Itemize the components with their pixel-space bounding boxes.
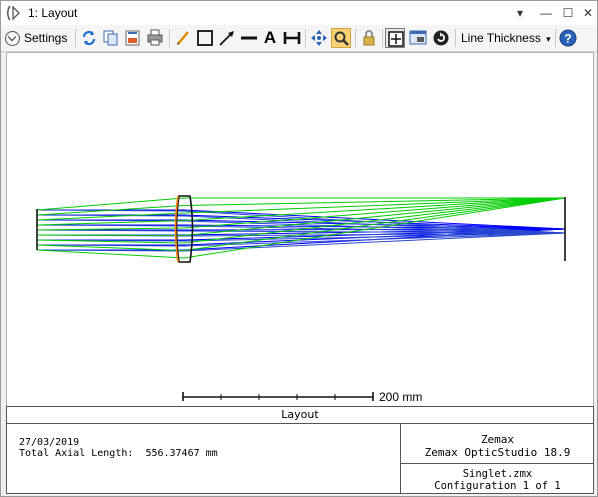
printer-icon (147, 29, 163, 46)
close-button[interactable]: ✕ (577, 3, 598, 23)
rotate-icon (433, 30, 449, 46)
footer-axial-length: Total Axial Length: 556.37467 mm (19, 448, 218, 459)
copy-button[interactable] (101, 28, 121, 48)
maximize-button[interactable]: ☐ (557, 3, 579, 23)
footer-file: Singlet.zmx (462, 468, 533, 480)
fit-view-button[interactable] (385, 28, 405, 48)
chevron-down-icon (5, 30, 20, 46)
window-title: 1: Layout (28, 6, 78, 20)
help-icon: ? (559, 29, 577, 47)
line-icon (241, 36, 257, 40)
export-button[interactable] (123, 28, 143, 48)
zoom-tool-button[interactable] (331, 28, 351, 48)
magnifier-icon (334, 31, 349, 46)
axial-length-value: 556.37467 mm (145, 448, 218, 459)
text-tool-button[interactable]: A (260, 28, 280, 48)
toolbar-divider (555, 29, 556, 47)
print-button[interactable] (145, 28, 165, 48)
rotate-button[interactable] (431, 28, 451, 48)
arrow-tool-button[interactable] (217, 28, 237, 48)
toolbar-divider (455, 29, 456, 47)
minimize-button[interactable]: — (535, 3, 557, 23)
window-layout-button[interactable] (408, 28, 428, 48)
settings-label: Settings (24, 31, 68, 45)
toolbar-divider (75, 29, 76, 47)
footer-company: Zemax (480, 433, 515, 446)
toolbar: Settings A Line Thickness ▾ ? (1, 25, 597, 52)
line-thickness-dropdown[interactable]: Line Thickness ▾ (461, 31, 551, 45)
lock-button[interactable] (359, 28, 379, 48)
refresh-button[interactable] (79, 28, 99, 48)
dimension-icon (283, 32, 301, 44)
window-menu-chevron-icon[interactable]: ▾ (509, 3, 531, 23)
footer-date: 27/03/2019 (19, 437, 80, 448)
axial-length-label: Total Axial Length: (19, 448, 134, 459)
settings-button[interactable]: Settings (5, 28, 67, 48)
toolbar-divider (169, 29, 170, 47)
zemax-app-icon (7, 5, 20, 21)
pan-move-icon (311, 30, 327, 46)
lock-icon (363, 30, 375, 46)
line-thickness-label: Line Thickness (461, 31, 541, 45)
svg-text:?: ? (564, 32, 571, 46)
help-button[interactable]: ? (558, 28, 578, 48)
pan-tool-button[interactable] (309, 28, 329, 48)
footer-details: 27/03/2019 Total Axial Length: 556.37467… (19, 437, 218, 459)
arrow-icon (219, 31, 234, 46)
fit-to-window-icon (388, 31, 404, 47)
export-image-icon (125, 30, 140, 46)
footer-configuration: Configuration 1 of 1 (434, 480, 561, 492)
rectangle-icon (197, 30, 213, 46)
footer-product: Zemax OpticStudio 18.9 (424, 446, 571, 459)
pencil-icon (177, 31, 189, 45)
title-bar: 1: Layout ▾ — ☐ ✕ (1, 1, 597, 25)
dimension-tool-button[interactable] (282, 28, 302, 48)
text-tool-icon: A (263, 28, 277, 47)
optical-layout-diagram: 200 mm (36, 195, 566, 404)
dropdown-arrow-icon: ▾ (546, 34, 551, 44)
footer-file-box: Singlet.zmx Configuration 1 of 1 (400, 464, 594, 493)
copy-icon (103, 30, 118, 46)
layout-info-footer: Layout 27/03/2019 Total Axial Length: 55… (6, 406, 594, 494)
line-tool-button[interactable] (239, 28, 259, 48)
rectangle-tool-button[interactable] (195, 28, 215, 48)
footer-title: Layout (7, 407, 593, 424)
layout-window: 1: Layout ▾ — ☐ ✕ Settings A Line Thickn… (0, 0, 598, 497)
toolbar-divider (355, 29, 356, 47)
layout-plot-area[interactable]: 200 mm (6, 52, 594, 407)
pencil-tool-button[interactable] (173, 28, 193, 48)
toolbar-divider (305, 29, 306, 47)
footer-product-box: Zemax Zemax OpticStudio 18.9 (400, 423, 594, 464)
toolbar-divider (382, 29, 383, 47)
ray (36, 197, 566, 216)
scale-bar (182, 392, 374, 401)
scale-bar-label: 200 mm (379, 390, 422, 404)
window-layout-icon (409, 30, 427, 45)
refresh-icon (82, 30, 96, 46)
